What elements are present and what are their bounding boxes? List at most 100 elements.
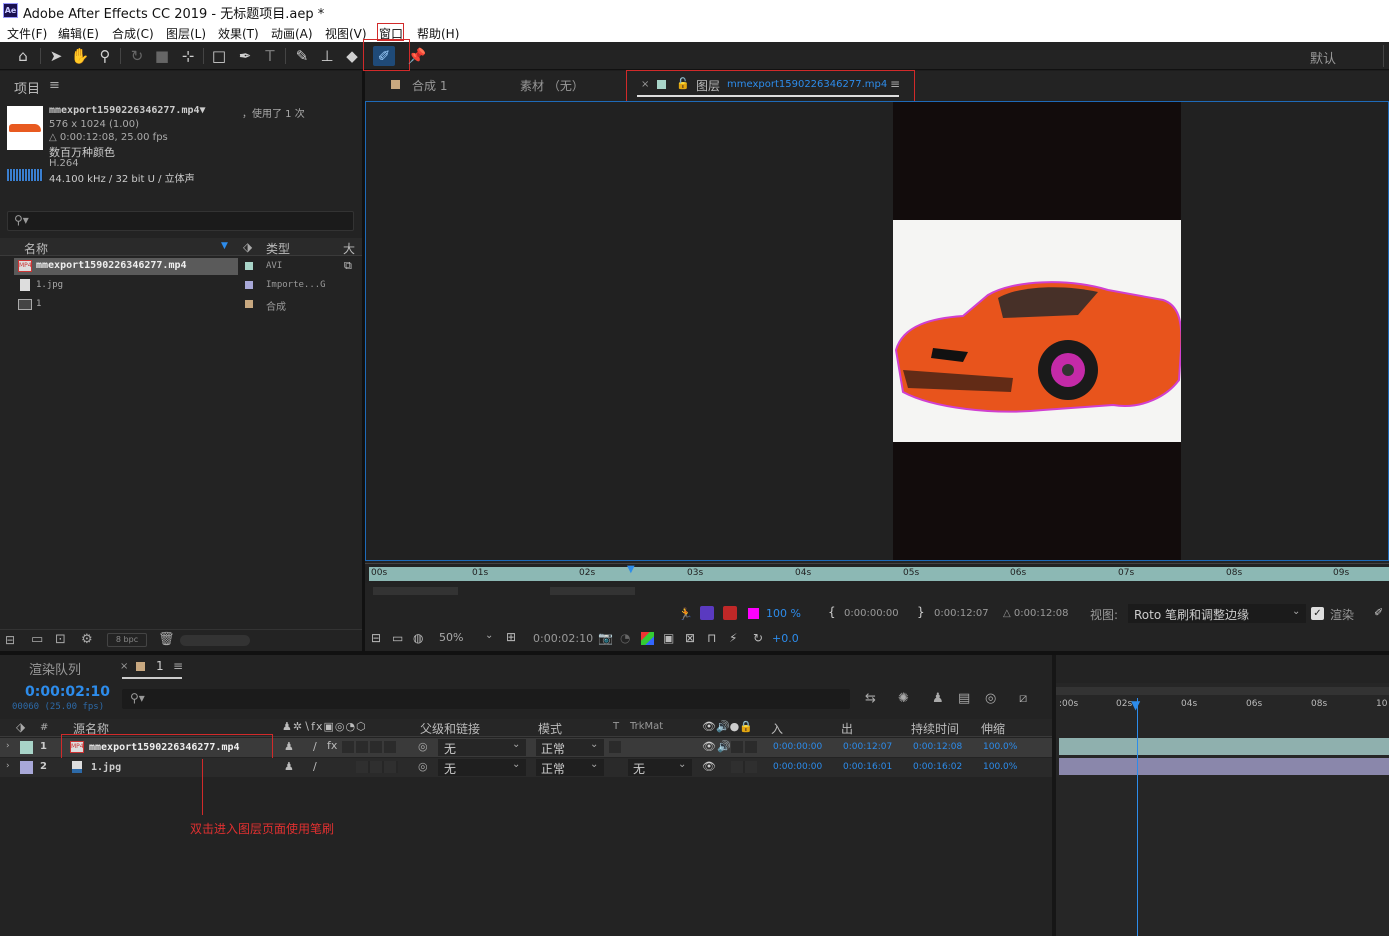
snapshot-camera-icon[interactable]: 📷 xyxy=(598,631,613,645)
col-trkmat-header[interactable]: TrkMat xyxy=(630,721,663,732)
expand-arrow-icon[interactable]: › xyxy=(6,741,10,751)
layer-stretch[interactable]: 100.0% xyxy=(983,742,1017,752)
new-composition-icon[interactable]: ⊡ xyxy=(55,632,66,647)
audio-icon[interactable]: 🔊 xyxy=(717,740,731,753)
tab-composition[interactable]: 合成 1 xyxy=(412,77,447,94)
views-icon[interactable]: ⊓ xyxy=(707,631,716,645)
label-color-swatch[interactable] xyxy=(245,281,253,289)
dependency-icon[interactable]: ⧉ xyxy=(344,259,352,273)
col-name-header[interactable]: 名称 xyxy=(24,240,48,257)
graph-editor-icon[interactable]: ⧄ xyxy=(1019,691,1027,706)
tab-render-queue[interactable]: 渲染队列 xyxy=(29,659,81,678)
background-icon[interactable] xyxy=(723,606,737,620)
trkmat-dropdown[interactable]: 无 ⌄ xyxy=(628,759,692,776)
tab-composition[interactable]: 1 xyxy=(156,659,164,673)
type-tool-icon[interactable]: T xyxy=(259,46,281,66)
menu-file[interactable]: 文件(F) xyxy=(7,25,47,42)
playhead-line[interactable] xyxy=(1137,698,1138,936)
motion-blur-icon[interactable]: ◎ xyxy=(985,691,996,706)
composition-mini-flowchart-icon[interactable]: ⇆ xyxy=(865,691,876,706)
eraser-tool-icon[interactable]: ◆ xyxy=(341,46,363,66)
puppet-pin-tool-icon[interactable]: 📌 xyxy=(406,46,428,66)
layer-switch-boxes[interactable] xyxy=(342,741,398,753)
timeline-timecode[interactable]: 0:00:02:10 xyxy=(25,684,110,700)
label-color-swatch[interactable] xyxy=(245,262,253,270)
layer-bar[interactable] xyxy=(1059,738,1389,755)
list-item[interactable]: MP4 mmexport1590226346277.mp4 xyxy=(14,258,238,275)
project-settings-icon[interactable]: ⚙ xyxy=(81,632,93,647)
pan-behind-tool-icon[interactable]: ⊹ xyxy=(177,46,199,66)
label-color-swatch[interactable] xyxy=(245,300,253,308)
rectangle-tool-icon[interactable]: □ xyxy=(208,46,230,66)
col-type-header[interactable]: 类型 xyxy=(266,240,290,257)
layer-duration[interactable]: 0:00:12:08 xyxy=(913,742,962,752)
thumbnail-zoom-slider[interactable] xyxy=(180,635,250,646)
pen-tool-icon[interactable]: ✒ xyxy=(234,46,256,66)
frame-blending-icon[interactable]: ▤ xyxy=(958,691,970,706)
zoom-dropdown[interactable]: 50% ⌄ xyxy=(435,629,497,647)
expand-arrow-icon[interactable]: › xyxy=(6,761,10,771)
layer-out-time[interactable]: 0:00:12:07 xyxy=(843,742,892,752)
col-num-header[interactable]: # xyxy=(40,722,48,733)
delete-trash-icon[interactable]: 🗑 xyxy=(158,632,175,647)
layer-timeline-ruler[interactable]: 00s 01s 02s 03s 04s 05s 06s 07s 08s 09s … xyxy=(365,563,1389,583)
footage-name[interactable]: mmexport1590226346277.mp4▼ xyxy=(49,105,206,116)
exposure-value[interactable]: +0.0 xyxy=(772,632,799,645)
close-tab-icon[interactable]: × xyxy=(120,661,128,672)
mode-dropdown[interactable]: 正常 ⌄ xyxy=(536,759,604,776)
layer-label-color[interactable] xyxy=(20,761,33,774)
viewer-timecode[interactable]: 0:00:02:10 xyxy=(533,632,593,645)
panel-menu-icon[interactable]: ≡ xyxy=(49,78,60,93)
switches-header-icons[interactable]: ♟✲∖fx▣◎◔⬡ xyxy=(282,720,367,733)
tab-footage[interactable]: 素材 （无） xyxy=(520,77,584,94)
menu-composition[interactable]: 合成(C) xyxy=(112,25,154,42)
col-mode-header[interactable]: 模式 xyxy=(538,720,562,737)
layer-bar[interactable] xyxy=(1059,758,1389,775)
foreground-icon[interactable] xyxy=(700,606,714,620)
menu-help[interactable]: 帮助(H) xyxy=(417,25,459,42)
camera-tool-icon[interactable]: ■ xyxy=(151,46,173,66)
list-item[interactable]: 1.jpg xyxy=(14,277,238,294)
layer-viewer-canvas[interactable] xyxy=(365,101,1389,561)
col-stretch-header[interactable]: 伸缩 xyxy=(981,720,1005,737)
col-size-header[interactable]: 大 xyxy=(343,240,355,257)
list-item[interactable]: 1 xyxy=(14,296,238,313)
home-icon[interactable]: ⌂ xyxy=(12,46,34,66)
overlay-color-swatch[interactable] xyxy=(748,608,759,619)
playhead-handle[interactable]: ▼ xyxy=(1131,698,1140,712)
brush-tool-icon[interactable]: ✎ xyxy=(291,46,313,66)
menu-layer[interactable]: 图层(L) xyxy=(166,25,206,42)
in-point-icon[interactable]: { xyxy=(828,605,836,619)
menu-view[interactable]: 视图(V) xyxy=(325,25,367,42)
tab-menu-icon[interactable]: ≡ xyxy=(173,659,183,673)
rotate-tool-icon[interactable]: ↻ xyxy=(126,46,148,66)
col-in-header[interactable]: 入 xyxy=(771,720,783,737)
zoom-tool-icon[interactable]: ⚲ xyxy=(94,46,116,66)
bit-depth-button[interactable]: 8 bpc xyxy=(107,633,147,647)
timeline-search-input[interactable]: ⚲▾ xyxy=(122,689,850,709)
layer-duration[interactable]: 0:00:16:02 xyxy=(913,762,962,772)
layer-switch-boxes[interactable] xyxy=(356,761,398,773)
col-out-header[interactable]: 出 xyxy=(841,720,853,737)
sort-arrow-icon[interactable]: ▼ xyxy=(221,241,228,251)
workspace-label[interactable]: 默认 xyxy=(1310,48,1336,67)
eye-icon[interactable]: 👁 xyxy=(702,760,716,773)
draft-3d-icon[interactable]: ✺ xyxy=(898,691,909,706)
show-snapshot-icon[interactable]: ◔ xyxy=(620,631,630,645)
pick-whip-icon[interactable]: ◎ xyxy=(418,760,428,773)
view-dropdown[interactable]: Roto 笔刷和调整边缘 ⌄ xyxy=(1128,604,1306,623)
layer-name[interactable]: 1.jpg xyxy=(91,762,121,773)
layer-in-time[interactable]: 0:00:00:00 xyxy=(773,742,822,752)
selection-tool-icon[interactable]: ➤ xyxy=(45,46,67,66)
clone-stamp-tool-icon[interactable]: ⊥ xyxy=(316,46,338,66)
region-of-interest-icon[interactable]: ▣ xyxy=(663,631,674,645)
menu-animation[interactable]: 动画(A) xyxy=(271,25,313,42)
quality-switch-icon[interactable]: ∕ xyxy=(313,760,317,773)
monitor-icon[interactable]: ▭ xyxy=(392,631,403,645)
parent-dropdown[interactable]: 无 ⌄ xyxy=(438,759,526,776)
solo-lock-boxes[interactable] xyxy=(731,761,757,773)
run-icon[interactable]: 🏃 xyxy=(678,607,693,621)
rgb-channel-icon[interactable] xyxy=(641,632,654,645)
always-preview-icon[interactable]: ⊟ xyxy=(371,631,381,645)
shy-switch-icon[interactable]: ♟ xyxy=(284,740,294,753)
